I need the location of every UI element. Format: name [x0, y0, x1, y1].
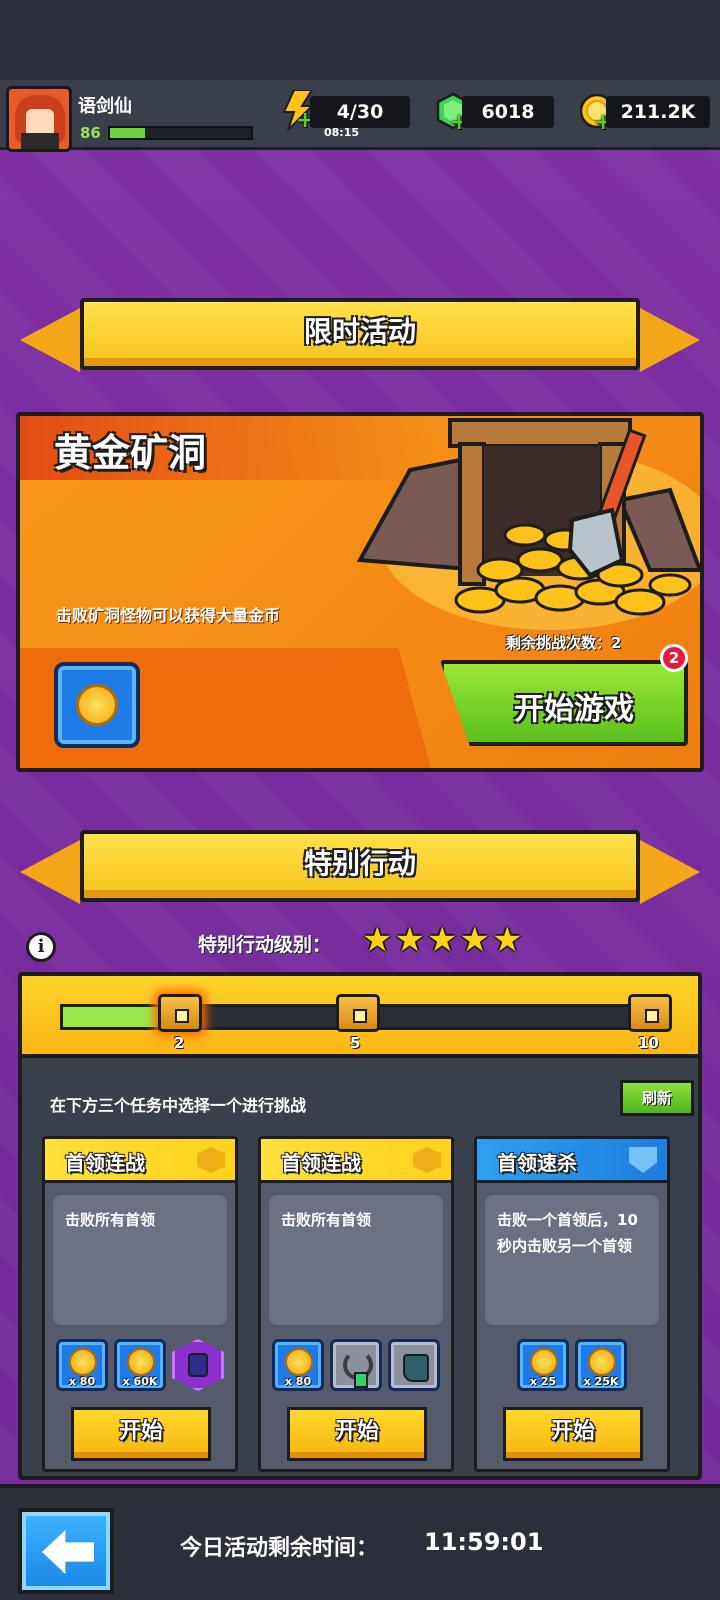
- mine-description: 击败矿洞怪物可以获得大量金币: [56, 606, 281, 625]
- mission-start-button[interactable]: 开始: [71, 1407, 211, 1461]
- mission-rewards: x 80: [269, 1339, 443, 1393]
- star-icon: ★: [394, 920, 425, 960]
- player-name: 语剑仙: [78, 96, 132, 117]
- gold-mine-card: 黄金矿洞 击败矿洞怪物可以获得大量金币 剩余挑战次数：2 开始游戏 2: [16, 412, 704, 772]
- reward-qty: x 80: [284, 1375, 312, 1388]
- banner-left-arrow: [20, 840, 80, 904]
- mission-header: 首领连战: [261, 1139, 451, 1183]
- cube-icon: [413, 1147, 441, 1173]
- gold-coin-icon: [285, 1348, 313, 1376]
- mission-title: 首领连战: [281, 1151, 361, 1175]
- player-hud: 语剑仙 86 + 4/30 08:15 + 6018 + 211.2K: [0, 80, 720, 152]
- gem-value: 6018: [462, 96, 554, 128]
- back-button[interactable]: [18, 1508, 114, 1594]
- reward-qty: x 80: [68, 1375, 96, 1388]
- cube-icon: [197, 1147, 225, 1173]
- reward-qty: x 60K: [122, 1375, 158, 1388]
- gold-coin-icon: [530, 1348, 558, 1376]
- special-ops-title: 特别行动: [303, 847, 416, 880]
- reward-coin[interactable]: x 80: [272, 1339, 324, 1391]
- limited-event-banner: 限时活动: [20, 290, 700, 374]
- reward-coin[interactable]: x 25K: [575, 1339, 627, 1391]
- star-icon: ★: [362, 920, 393, 960]
- special-ops-panel: 2 5 10 在下方三个任务中选择一个进行挑战 刷新 首领连战 击败所有首领 x…: [18, 972, 702, 1480]
- mission-description: 击败所有首领: [53, 1195, 227, 1325]
- mission-card: 首领连战 击败所有首领 x 80 开始: [258, 1136, 454, 1472]
- start-game-button[interactable]: 开始游戏: [440, 660, 688, 746]
- milestone-label: 2: [174, 1034, 185, 1052]
- banner-plate: 特别行动: [80, 830, 640, 902]
- mission-card: 首领速杀 击败一个首领后，10秒内击败另一个首领 x 25 x 25K 开始: [474, 1136, 670, 1472]
- banner-right-arrow: [640, 840, 700, 904]
- gold-coin-icon: [588, 1348, 616, 1376]
- bottom-bar: 今日活动剩余时间： 11:59:01: [0, 1484, 720, 1600]
- coin-value: 211.2K: [606, 96, 710, 128]
- milestone-label: 10: [638, 1034, 659, 1052]
- attempts-badge: 2: [660, 644, 688, 672]
- avatar-body: [21, 133, 59, 149]
- mission-rewards: x 25 x 25K: [485, 1339, 659, 1393]
- mission-start-button[interactable]: 开始: [287, 1407, 427, 1461]
- chest-icon[interactable]: [336, 994, 380, 1032]
- reward-item[interactable]: [388, 1339, 440, 1391]
- info-icon[interactable]: i: [26, 932, 56, 962]
- boot-icon: [403, 1354, 429, 1382]
- xp-bar-fill: [110, 128, 146, 138]
- banner-plate: 限时活动: [80, 298, 640, 370]
- backpack-icon: [188, 1353, 208, 1377]
- mission-card: 首领连战 击败所有首领 x 80 x 60K 开始: [42, 1136, 238, 1472]
- special-ops-rank-label: 特别行动级别：: [198, 934, 332, 956]
- milestone-progress: 2 5 10: [22, 976, 698, 1058]
- back-arrow-icon: [42, 1530, 94, 1574]
- banner-left-arrow: [20, 308, 80, 372]
- mine-title: 黄金矿洞: [54, 431, 207, 475]
- mission-title: 首领连战: [65, 1151, 145, 1175]
- shield-icon: [629, 1147, 657, 1173]
- mission-title: 首领速杀: [497, 1151, 577, 1175]
- xp-bar: [108, 126, 253, 140]
- remaining-time-label: 今日活动剩余时间：: [180, 1536, 379, 1561]
- remaining-challenges: 剩余挑战次数：2: [506, 634, 622, 652]
- reward-coin[interactable]: x 80: [56, 1339, 108, 1391]
- gold-coin-icon: [76, 684, 118, 726]
- mission-start-button[interactable]: 开始: [503, 1407, 643, 1461]
- reward-item[interactable]: [330, 1339, 382, 1391]
- mission-hint: 在下方三个任务中选择一个进行挑战: [50, 1096, 307, 1115]
- player-level: 86: [80, 124, 101, 142]
- gold-coin-icon: [69, 1348, 97, 1376]
- refresh-button[interactable]: 刷新: [620, 1080, 694, 1116]
- mission-header: 首领速杀: [477, 1139, 667, 1183]
- banner-right-arrow: [640, 308, 700, 372]
- player-avatar[interactable]: [6, 86, 72, 152]
- start-game-label: 开始游戏: [514, 692, 634, 727]
- gold-coin-icon: [127, 1348, 155, 1376]
- reward-qty: x 25K: [583, 1375, 619, 1388]
- mission-header: 首领连战: [45, 1139, 235, 1183]
- mission-description: 击败一个首领后，10秒内击败另一个首领: [485, 1195, 659, 1325]
- mission-rewards: x 80 x 60K: [53, 1339, 227, 1393]
- mission-description: 击败所有首领: [269, 1195, 443, 1325]
- reward-coin[interactable]: x 60K: [114, 1339, 166, 1391]
- energy-timer: 08:15: [324, 126, 360, 139]
- necklace-icon: [343, 1350, 373, 1388]
- reward-item[interactable]: [172, 1339, 224, 1391]
- mine-reward-coin[interactable]: [54, 662, 140, 748]
- energy-value: 4/30: [310, 96, 410, 128]
- status-bar-area: [0, 0, 720, 80]
- gold-mine-illustration: [356, 418, 700, 630]
- star-icon: ★: [426, 920, 458, 960]
- remaining-time-value: 11:59:01: [424, 1528, 544, 1556]
- milestone-label: 5: [350, 1034, 361, 1052]
- star-icon: ★: [491, 920, 523, 960]
- milestone-track-fill: [63, 1007, 164, 1027]
- chest-icon[interactable]: [628, 994, 672, 1032]
- limited-event-title: 限时活动: [303, 315, 416, 348]
- rank-stars: ★ ★ ★ ★ ★: [362, 922, 522, 958]
- chest-icon[interactable]: [158, 994, 202, 1032]
- reward-qty: x 25: [529, 1375, 557, 1388]
- special-ops-banner: 特别行动: [20, 822, 700, 906]
- reward-coin[interactable]: x 25: [517, 1339, 569, 1391]
- star-icon: ★: [459, 920, 490, 960]
